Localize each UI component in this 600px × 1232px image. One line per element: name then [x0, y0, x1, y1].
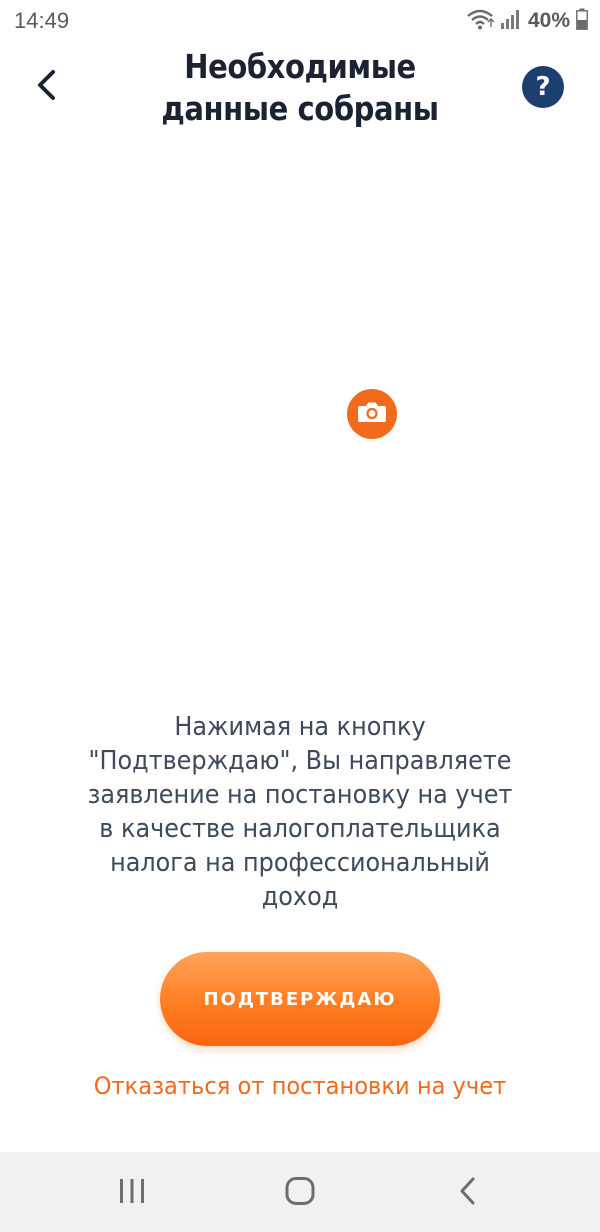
nav-bar	[0, 1152, 600, 1232]
header: Необходимые данные собраны ?	[0, 42, 600, 142]
decline-link[interactable]: Отказаться от постановки на учет	[18, 1072, 582, 1100]
recent-apps-icon	[117, 1177, 147, 1210]
consent-line: Нажимая на кнопку	[174, 712, 426, 742]
battery-icon	[576, 8, 588, 35]
camera-icon	[357, 400, 387, 429]
help-icon: ?	[535, 72, 551, 102]
battery-percent: 40%	[527, 9, 570, 32]
consent-line: в качестве налогоплательщика	[99, 814, 501, 844]
nav-back-button[interactable]	[443, 1168, 493, 1218]
page-title-line2: данные собраны	[161, 89, 439, 128]
back-button[interactable]	[22, 62, 72, 112]
consent-line: "Подтверждаю", Вы направляете	[88, 746, 512, 776]
wifi-icon	[466, 8, 495, 35]
chevron-left-icon	[35, 69, 59, 106]
consent-text: Нажимая на кнопку "Подтверждаю", Вы напр…	[79, 710, 521, 914]
status-bar: 14:49 40%	[0, 0, 600, 42]
screen: 14:49 40% Необходимые данные собраны ? Н…	[0, 0, 600, 1232]
status-icons: 40%	[466, 6, 588, 36]
page-title-line1: Необходимые	[184, 47, 416, 86]
consent-line: заявление на постановку на учет	[87, 780, 513, 810]
recent-apps-button[interactable]	[107, 1168, 157, 1218]
status-time: 14:49	[14, 8, 70, 33]
home-button[interactable]	[275, 1168, 325, 1218]
camera-button[interactable]	[347, 389, 397, 439]
confirm-button[interactable]: ПОДТВЕРЖДАЮ	[160, 952, 440, 1046]
back-icon	[456, 1176, 480, 1211]
consent-line: налога на профессиональный	[110, 848, 490, 878]
home-icon	[284, 1176, 316, 1211]
help-button[interactable]: ?	[522, 66, 564, 108]
signal-icon	[500, 8, 522, 35]
consent-line: доход	[261, 882, 339, 912]
page-title: Необходимые данные собраны	[150, 46, 449, 130]
confirm-button-label: ПОДТВЕРЖДАЮ	[203, 988, 397, 1010]
